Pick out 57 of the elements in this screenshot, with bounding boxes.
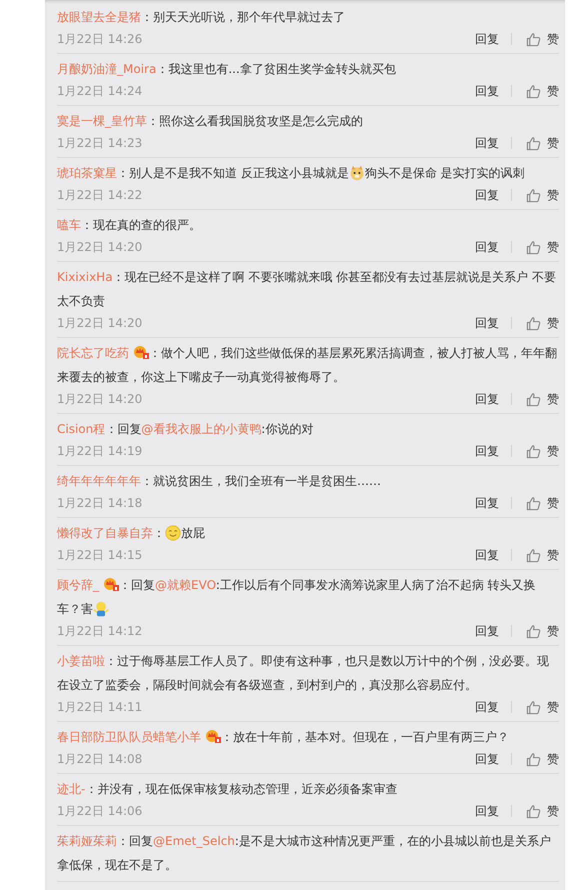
comment-time: 1月22日 14:18 [57,494,142,512]
reply-link[interactable]: 回复 [475,390,499,408]
comment-text: 迹北-：并没有，现在低保审核复核动态管理，近亲必须备案审查 [57,781,398,798]
reply-link[interactable]: 回复 [475,494,499,512]
comment-time: 1月22日 14:20 [57,238,142,256]
like-link[interactable]: 赞 [547,442,559,460]
reply-link[interactable]: 回复 [475,238,499,256]
like-link[interactable]: 赞 [547,546,559,564]
reply-link[interactable]: 回复 [475,698,499,716]
comment-text: 院长忘了吃药 ：做个人吧，我们这些做低保的基层累死累活搞调查，被人打被人骂，年年翻来覆去的被查，你这上下嘴皮子一动真觉得被侮辱了。 [57,344,558,386]
like-link[interactable]: 赞 [547,750,559,768]
comment-text: KixixixHa：现在已经不是这样了啊 不要张嘴就来哦 你甚至都没有去过基层就说是关系户 不要太不负责 [57,269,558,310]
comment-text: 绮年年年年年年：就说贫困生，我们全班有一半是贫困生…… [57,473,382,490]
like-link[interactable]: 赞 [547,698,559,716]
reply-link[interactable]: 回复 [475,30,499,48]
comment-text: Cision程：回复@看我衣服上的小黄鸭:你说的对 [57,421,314,438]
reply-link[interactable]: 回复 [475,622,499,640]
comment-text: 懒得改了自暴自弃： 放屁 [57,524,206,543]
like-link[interactable]: 赞 [547,30,559,48]
like-link[interactable]: 赞 [547,186,559,204]
like-link[interactable]: 赞 [547,314,559,332]
comment-time: 1月22日 14:23 [57,134,142,152]
like-link[interactable]: 赞 [547,82,559,100]
like-link[interactable]: 赞 [547,134,559,152]
comment-text: 放眼望去全是猪：别天天光听说，那个年代早就过去了 [57,9,346,26]
like-link[interactable]: 赞 [547,494,559,512]
comment-text: 小姜苗啦：过于侮辱基层工作人员了。即使有这种事，也只是数以万计中的个例，没必要。现在设立了监委会，隔段时间就会有各级巡查，到村到户的，真没那么容易应付。 [57,653,550,694]
like-link[interactable]: 赞 [547,622,559,640]
comment-time: 1月22日 14:26 [57,30,142,48]
comment-time: 1月22日 14:11 [57,698,142,716]
like-link[interactable]: 赞 [547,802,559,820]
comment-text: 琥珀茶窠星：别人是不是我不知道 反正我这小县城就是 狗头不是保命 是实打实的讽刺 [57,164,526,183]
comment-time: 1月22日 14:15 [57,546,142,564]
comment-text: 月酿奶油潼_Moira：我这里也有...拿了贫困生奖学金转头就买包 [57,61,397,78]
comment-time: 1月22日 14:08 [57,750,142,768]
reply-link[interactable]: 回复 [475,750,499,768]
like-link[interactable]: 赞 [547,238,559,256]
comment-time: 1月22日 14:24 [57,82,142,100]
comment-text: 嗑车：现在真的查的很严。 [57,217,202,234]
comment-time: 1月22日 14:19 [57,442,142,460]
comment-text: 顾兮辞_ ：回复@就赖EVO:工作以后有个同事发水滴筹说家里人病了治不起病 转头又换车？害 [57,576,537,619]
reply-link[interactable]: 回复 [475,314,499,332]
comment-time: 1月22日 14:20 [57,390,142,408]
comment-time: 1月22日 14:12 [57,622,142,640]
reply-link[interactable]: 回复 [475,186,499,204]
reply-link[interactable]: 回复 [475,82,499,100]
reply-link[interactable]: 回复 [475,134,499,152]
reply-link[interactable]: 回复 [475,442,499,460]
comment-time: 1月22日 14:20 [57,314,142,332]
comment-text: 春日部防卫队队员蜡笔小羊 ：放在十年前，基本对。但现在，一百户里有两三户？ [57,728,510,746]
comment-time: 1月22日 14:22 [57,186,142,204]
reply-link[interactable]: 回复 [475,546,499,564]
reply-link[interactable]: 回复 [475,802,499,820]
like-link[interactable]: 赞 [547,390,559,408]
comment-text: 寞是一棵_皇竹草：照你这么看我国脱贫攻坚是怎么完成的 [57,113,364,130]
comment-time: 1月22日 14:06 [57,802,142,820]
comment-text: 茱莉娅茱莉：回复@Emet_Selch:是不是大城市这种情况更严重，在的小县城以前也是关系户拿低保，现在不是了。 [57,833,552,874]
